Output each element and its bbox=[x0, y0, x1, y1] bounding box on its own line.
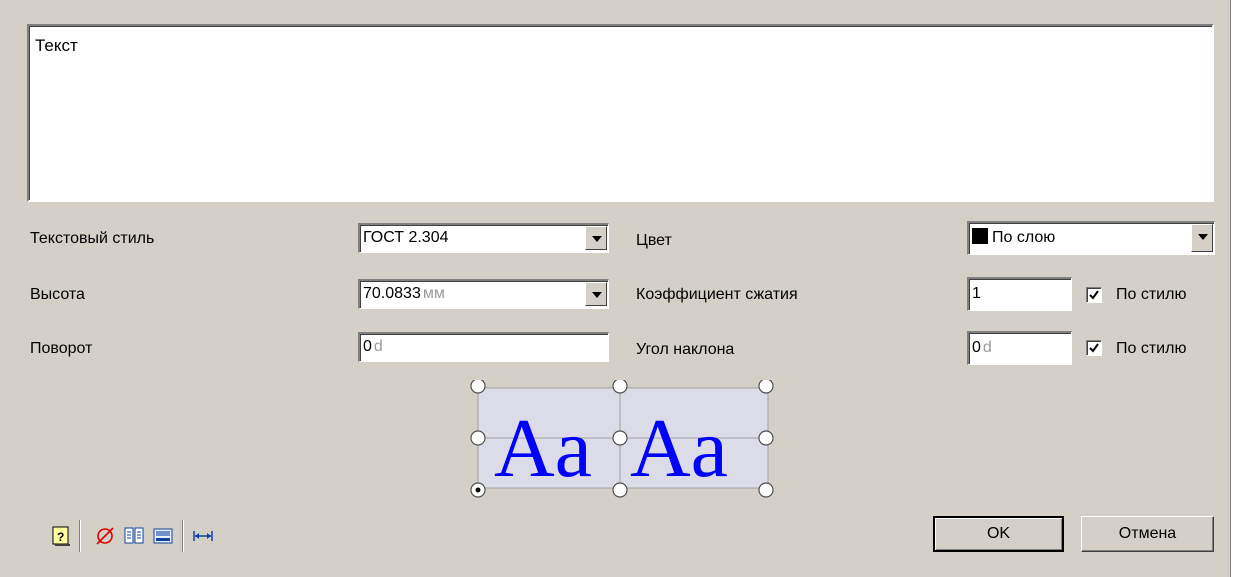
height-label: Высота bbox=[30, 286, 85, 303]
oblique-unit: d bbox=[982, 339, 992, 356]
toolbar-separator bbox=[182, 520, 184, 552]
svg-text:?: ? bbox=[57, 530, 64, 544]
text-properties-dialog: Текст Текстовый стиль ГОСТ 2.304 Высота … bbox=[0, 0, 1231, 577]
width-factor-value: 1 bbox=[972, 285, 981, 302]
text-style-select[interactable]: ГОСТ 2.304 bbox=[358, 223, 609, 253]
keyboard-icon[interactable] bbox=[152, 525, 174, 547]
height-select[interactable]: 70.0833 мм bbox=[358, 279, 609, 309]
oblique-input[interactable]: 0d bbox=[967, 331, 1072, 365]
toolbar-separator bbox=[79, 520, 81, 552]
height-value: 70.0833 bbox=[363, 285, 421, 302]
checkmark-icon bbox=[1089, 343, 1099, 353]
text-input-value: Текст bbox=[35, 36, 78, 55]
rotation-input[interactable]: 0d bbox=[358, 332, 609, 362]
book-icon[interactable] bbox=[123, 525, 145, 547]
text-input[interactable]: Текст bbox=[27, 24, 1214, 202]
color-value: По слою bbox=[992, 229, 1056, 246]
width-factor-by-style-label[interactable]: По стилю bbox=[1116, 286, 1186, 304]
preview-sample-right: Aa bbox=[630, 402, 728, 495]
rotation-label: Поворот bbox=[30, 340, 93, 357]
ok-button[interactable]: OK bbox=[933, 516, 1064, 552]
color-dropdown-button[interactable] bbox=[1191, 224, 1213, 252]
rotation-unit: d bbox=[373, 338, 383, 355]
width-factor-input[interactable]: 1 bbox=[967, 277, 1072, 311]
window-edge bbox=[1231, 0, 1244, 577]
color-swatch bbox=[972, 228, 988, 244]
oblique-by-style-label[interactable]: По стилю bbox=[1116, 340, 1186, 358]
width-factor-label: Коэффициент сжатия bbox=[636, 286, 798, 303]
width-factor-by-style-checkbox[interactable] bbox=[1086, 287, 1102, 303]
oblique-by-style-checkbox[interactable] bbox=[1086, 340, 1102, 356]
help-icon[interactable]: ? bbox=[50, 525, 72, 547]
color-label: Цвет bbox=[636, 232, 672, 249]
oblique-value: 0 bbox=[972, 339, 981, 356]
text-style-value: ГОСТ 2.304 bbox=[363, 229, 449, 246]
text-preview: Aa Aa bbox=[470, 380, 774, 498]
width-arrows-icon[interactable] bbox=[192, 525, 214, 547]
text-style-label: Текстовый стиль bbox=[30, 230, 155, 247]
checkmark-icon bbox=[1089, 290, 1099, 300]
base-point-handle bbox=[475, 487, 481, 493]
height-dropdown-button[interactable] bbox=[585, 282, 607, 306]
cancel-button[interactable]: Отмена bbox=[1081, 516, 1214, 552]
text-style-dropdown-button[interactable] bbox=[585, 226, 607, 250]
color-select[interactable]: По слою bbox=[967, 221, 1215, 255]
oblique-label: Угол наклона bbox=[636, 341, 735, 358]
diameter-icon[interactable] bbox=[94, 525, 116, 547]
height-unit: мм bbox=[422, 285, 445, 302]
rotation-value: 0 bbox=[363, 338, 372, 355]
preview-sample-left: Aa bbox=[494, 402, 592, 495]
